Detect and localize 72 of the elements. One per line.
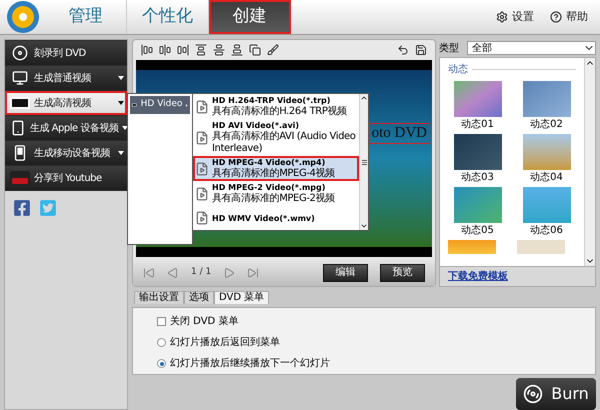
brush-icon[interactable] — [267, 44, 279, 56]
save-icon[interactable] — [415, 44, 427, 56]
burn-button[interactable]: Burn — [516, 378, 596, 410]
radio[interactable] — [157, 359, 166, 368]
sidebar-item[interactable]: 刻录到 DVD — [5, 41, 127, 65]
app-logo-icon — [6, 0, 40, 34]
align-middle-icon[interactable] — [213, 44, 225, 56]
next-icon[interactable] — [223, 266, 236, 278]
radio[interactable] — [157, 338, 166, 347]
align-left-icon[interactable] — [141, 44, 153, 56]
facebook-icon[interactable] — [13, 199, 31, 217]
video-file-icon — [195, 186, 209, 202]
video-file-icon — [195, 160, 209, 176]
type-label: 类型 — [439, 42, 459, 56]
help-icon — [550, 11, 562, 23]
help-link[interactable]: 帮助 — [550, 8, 588, 26]
format-menu-item[interactable]: HD MPEG-2 Video(*.mpg) 具有高清标准的MPEG-2视频 — [193, 181, 359, 206]
edit-button[interactable]: 编辑 — [323, 264, 368, 282]
sidebar-item[interactable]: 分享到 Youtube — [5, 166, 127, 190]
category-menu-item[interactable]: HD Video — [130, 96, 190, 114]
scrollbar[interactable] — [359, 94, 368, 230]
main-tab[interactable]: 创建 — [209, 0, 291, 34]
video-file-icon — [195, 98, 209, 114]
last-page-icon[interactable] — [247, 266, 260, 278]
undo-icon[interactable] — [397, 44, 409, 56]
align-bottom-icon[interactable] — [231, 44, 243, 56]
sidebar-item[interactable]: 生成普通视频 — [5, 66, 127, 90]
previous-icon[interactable] — [167, 266, 179, 278]
preview-button[interactable]: 预览 — [380, 264, 425, 282]
sidebar-item[interactable]: 生成移动设备视频 — [5, 141, 127, 165]
video-logo-icon — [10, 171, 30, 185]
scrollbar[interactable] — [584, 58, 595, 266]
phone-icon — [14, 145, 26, 161]
format-menu-item[interactable]: HD WMV Video(*.wmv) — [193, 206, 359, 230]
close-menu-checkbox[interactable]: 关闭 DVD 菜单 — [157, 314, 595, 329]
smartphone-icon — [10, 120, 26, 136]
sidebar-item[interactable]: 生成 Apple 设备视频 — [5, 116, 127, 140]
video-file-icon — [195, 210, 209, 226]
checkbox[interactable] — [157, 317, 166, 326]
submenu-arrow-icon — [186, 102, 188, 108]
scroll-thumb-icon[interactable] — [360, 158, 368, 166]
monitor-icon — [12, 70, 28, 86]
first-page-icon[interactable] — [143, 266, 155, 278]
scroll-up-icon[interactable] — [360, 94, 368, 102]
sidebar-item[interactable]: 生成高清视频 — [5, 91, 127, 115]
slideshow-radio[interactable]: 幻灯片播放后返回到菜单 — [157, 335, 595, 350]
template-thumbnail[interactable] — [517, 240, 565, 254]
section-title: 动态 — [448, 62, 468, 77]
scroll-down-icon[interactable] — [360, 222, 368, 230]
type-select[interactable]: 全部 — [467, 41, 596, 55]
disc-icon — [12, 45, 28, 61]
hd-icon — [10, 97, 30, 109]
align-right-icon[interactable] — [177, 44, 189, 56]
menu-title-text: oto DVD — [368, 123, 430, 144]
format-menu-item[interactable]: HD AVI Video(*.avi) 具有高清标准的AVI (Audio Video Interleave) — [193, 119, 359, 156]
template-thumbnail[interactable] — [448, 240, 496, 254]
main-tab[interactable]: 管理 — [45, 0, 127, 34]
slideshow-radio[interactable]: 幻灯片播放后继续播放下一个幻灯片 — [157, 356, 595, 371]
settings-tab[interactable]: DVD 菜单 — [214, 291, 270, 304]
format-menu-item[interactable]: HD MPEG-4 Video(*.mp4) 具有高清标准的MPEG-4视频 — [193, 156, 359, 181]
disc-icon — [523, 384, 544, 404]
align-center-icon[interactable] — [159, 44, 171, 56]
align-top-icon[interactable] — [195, 44, 207, 56]
format-menu-item[interactable]: HD H.264-TRP Video(*.trp) 具有高清标准的H.264 TRP视频 — [193, 94, 359, 119]
settings-link[interactable]: 设置 — [496, 8, 534, 26]
settings-tab[interactable]: 选项 — [184, 291, 214, 304]
page-indicator: 1 / 1 — [191, 266, 212, 279]
video-file-icon — [195, 130, 209, 146]
settings-tab[interactable]: 输出设置 — [134, 291, 184, 304]
hd-icon — [132, 101, 137, 109]
copy-icon[interactable] — [249, 44, 261, 56]
settings-icon — [496, 11, 508, 23]
